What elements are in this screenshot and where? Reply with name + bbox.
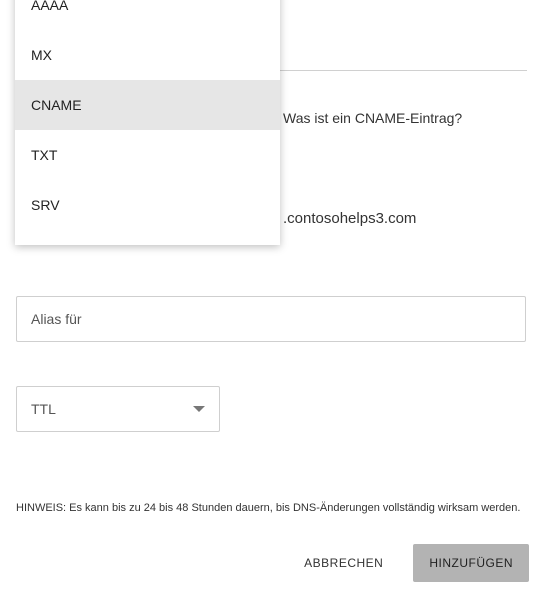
add-button[interactable]: HINZUFÜGEN xyxy=(413,544,529,582)
record-type-dropdown[interactable]: AAAA MX CNAME TXT SRV xyxy=(15,0,280,245)
dropdown-item-txt[interactable]: TXT xyxy=(15,130,280,180)
help-link-cname[interactable]: Was ist ein CNAME-Eintrag? xyxy=(283,110,462,126)
dropdown-item-overflow[interactable] xyxy=(15,230,280,245)
dropdown-item-mx[interactable]: MX xyxy=(15,30,280,80)
cancel-button[interactable]: ABBRECHEN xyxy=(300,546,387,580)
dns-delay-note: HINWEIS: Es kann bis zu 24 bis 48 Stunde… xyxy=(16,502,526,514)
ttl-select[interactable]: TTL xyxy=(16,386,220,432)
chevron-down-icon xyxy=(193,406,205,412)
dropdown-item-srv[interactable]: SRV xyxy=(15,180,280,230)
record-type-dropdown-list[interactable]: AAAA MX CNAME TXT SRV xyxy=(15,0,280,245)
action-row: ABBRECHEN HINZUFÜGEN xyxy=(300,544,529,582)
dropdown-item-aaaa[interactable]: AAAA xyxy=(15,0,280,30)
alias-for-input[interactable] xyxy=(16,296,526,342)
domain-suffix-label: .contosohelps3.com xyxy=(283,210,416,227)
ttl-select-label: TTL xyxy=(31,401,56,417)
dropdown-item-cname[interactable]: CNAME xyxy=(15,80,280,130)
